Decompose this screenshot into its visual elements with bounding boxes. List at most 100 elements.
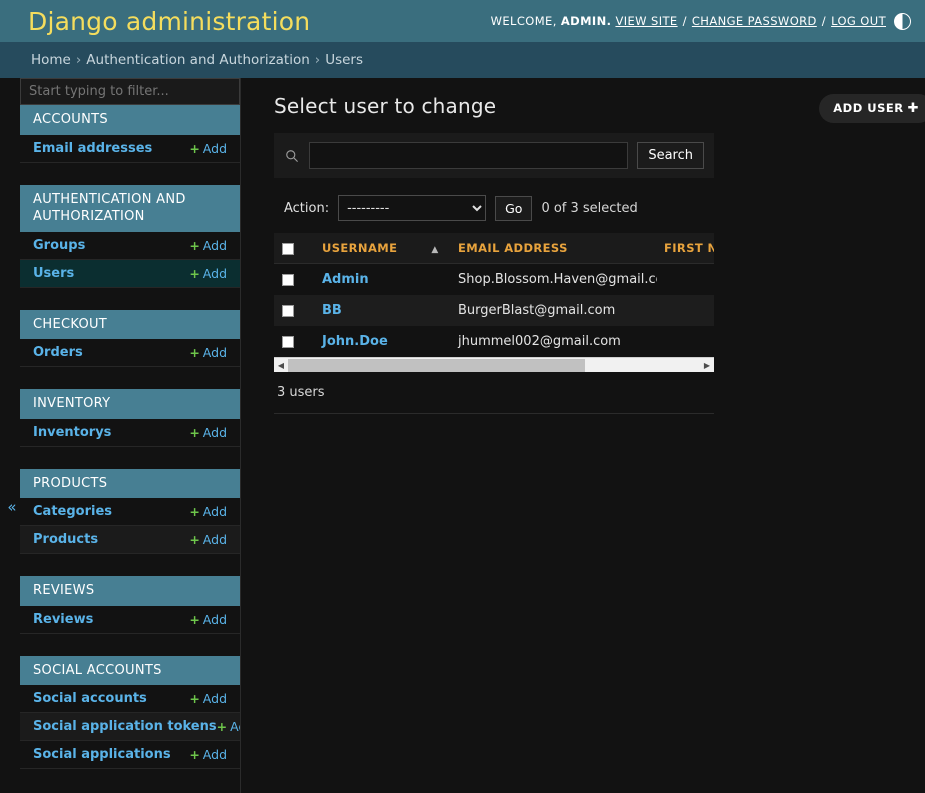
- horizontal-scrollbar[interactable]: ◀ ▶: [274, 357, 714, 372]
- sidebar-item-reviews[interactable]: Reviews + Add: [20, 605, 240, 634]
- results-table-viewport: USERNAME▲ EMAIL ADDRESS FIRST NAME LAST …: [274, 233, 714, 357]
- sidebar-add-link[interactable]: +Add: [216, 719, 240, 735]
- sidebar-item-groups[interactable]: Groups + Add: [20, 231, 240, 260]
- table-header-row: USERNAME▲ EMAIL ADDRESS FIRST NAME LAST …: [274, 233, 714, 264]
- username-link[interactable]: John.Doe: [322, 334, 388, 349]
- nav-app-gap: [20, 367, 240, 390]
- row-select-checkbox[interactable]: [282, 304, 294, 317]
- sidebar-item-label[interactable]: Inventorys: [33, 425, 111, 440]
- column-header-email[interactable]: EMAIL ADDRESS: [451, 233, 657, 264]
- sidebar-add-link[interactable]: +Add: [189, 238, 227, 253]
- sidebar-item-products[interactable]: Products + Add: [20, 526, 240, 555]
- header-separator-2: /: [821, 14, 827, 28]
- nav-app-caption[interactable]: ACCOUNTS: [20, 105, 240, 135]
- plus-icon: +: [189, 140, 200, 156]
- sidebar-item-label[interactable]: Products: [33, 532, 98, 547]
- nav-app-caption[interactable]: CHECKOUT: [20, 309, 240, 340]
- sidebar-item-email-addresses[interactable]: Email addresses + Add: [20, 134, 240, 163]
- search-input[interactable]: [309, 142, 629, 169]
- row-select-checkbox[interactable]: [282, 273, 294, 286]
- sidebar-add-link[interactable]: +Add: [189, 141, 227, 156]
- sidebar-item-label[interactable]: Email addresses: [33, 141, 152, 156]
- cell-first-name: [657, 264, 714, 296]
- sidebar-add-link[interactable]: +Add: [189, 266, 227, 281]
- add-user-button[interactable]: ADD USER ✚: [819, 94, 925, 123]
- nav-app-caption[interactable]: INVENTORY: [20, 389, 240, 419]
- sidebar-add-label: Add: [230, 719, 240, 735]
- view-site-link[interactable]: View site: [615, 14, 677, 28]
- welcome-text: Welcome,: [490, 14, 557, 28]
- sidebar-item-label[interactable]: Social application tokens: [33, 719, 217, 734]
- sidebar-add-label: Add: [202, 532, 227, 548]
- nav-app-caption[interactable]: SOCIAL ACCOUNTS: [20, 655, 240, 686]
- site-header: Django administration Welcome, ADMIN. Vi…: [0, 0, 925, 42]
- username-link[interactable]: BB: [322, 303, 342, 318]
- nav-app-gap: [20, 162, 240, 185]
- search-button[interactable]: Search: [637, 142, 704, 169]
- add-user-label: ADD USER: [833, 101, 904, 115]
- breadcrumb-item-users: Users: [325, 52, 364, 68]
- scroll-right-arrow-icon[interactable]: ▶: [700, 361, 714, 370]
- nav-app-caption[interactable]: AUTHENTICATION AND AUTHORIZATION: [20, 184, 240, 232]
- nav-filter-input[interactable]: [20, 78, 240, 105]
- sidebar-item-label[interactable]: Social applications: [33, 747, 171, 762]
- cell-email: Shop.Blossom.Haven@gmail.com: [458, 272, 657, 287]
- nav-app-block: INVENTORY Inventorys + Add: [20, 389, 240, 447]
- sidebar-add-label: Add: [202, 691, 227, 707]
- action-go-button[interactable]: Go: [495, 195, 533, 221]
- select-all-header: [274, 233, 315, 264]
- sidebar-item-label[interactable]: Categories: [33, 504, 112, 519]
- plus-icon: +: [216, 719, 228, 735]
- change-password-link[interactable]: Change password: [692, 14, 817, 28]
- sidebar-collapse-icon[interactable]: «: [4, 498, 20, 516]
- sidebar-item-social-accounts[interactable]: Social accounts + Add: [20, 685, 240, 714]
- sidebar-add-link[interactable]: +Add: [189, 504, 227, 519]
- sidebar-item-categories[interactable]: Categories + Add: [20, 498, 240, 527]
- plus-icon: +: [189, 504, 200, 520]
- sidebar-item-label[interactable]: Groups: [33, 238, 85, 253]
- results-table-body: Admin Shop.Blossom.Haven@gmail.com BB Burge…: [274, 263, 714, 357]
- sidebar-item-inventorys[interactable]: Inventorys + Add: [20, 418, 240, 447]
- sidebar-item-users[interactable]: Users + Add: [20, 259, 240, 288]
- sort-ascending-icon[interactable]: ▲: [397, 245, 438, 255]
- breadcrumb-item-home[interactable]: Home: [31, 52, 71, 68]
- breadcrumb-separator: ›: [75, 52, 82, 68]
- select-all-checkbox[interactable]: [282, 242, 294, 255]
- action-counter: 0 of 3 selected: [541, 200, 638, 216]
- scroll-left-arrow-icon[interactable]: ◀: [274, 361, 288, 370]
- action-select[interactable]: ---------Delete selected users: [338, 195, 487, 221]
- column-header-username[interactable]: USERNAME ▲: [315, 233, 451, 264]
- sidebar-item-label[interactable]: Reviews: [33, 612, 93, 627]
- sidebar-add-link[interactable]: +Add: [189, 532, 227, 547]
- sidebar-item-social-application-tokens[interactable]: Social application tokens+Add: [20, 713, 240, 742]
- column-header-first-name[interactable]: FIRST NAME: [657, 233, 714, 264]
- sidebar-item-social-applications[interactable]: Social applications + Add: [20, 741, 240, 770]
- sidebar-add-link[interactable]: +Add: [189, 612, 227, 627]
- nav-sidebar: ACCOUNTSEmail addresses+AddAUTHENTICATIO…: [20, 78, 241, 793]
- theme-toggle-icon[interactable]: [894, 12, 911, 30]
- nav-app-block: REVIEWS Reviews + Add: [20, 576, 240, 634]
- sidebar-add-link[interactable]: +Add: [189, 691, 227, 706]
- sidebar-item-label[interactable]: Social accounts: [33, 691, 147, 706]
- username-link[interactable]: Admin: [322, 272, 369, 287]
- nav-app-caption[interactable]: REVIEWS: [20, 576, 240, 606]
- sidebar-item-orders[interactable]: Orders + Add: [20, 339, 240, 368]
- plus-icon: +: [189, 532, 200, 548]
- scrollbar-thumb[interactable]: [288, 358, 585, 372]
- cell-username: John.Doe: [315, 326, 451, 357]
- log-out-link[interactable]: Log out: [831, 14, 886, 28]
- nav-app-caption[interactable]: PRODUCTS: [20, 468, 240, 499]
- sidebar-item-label[interactable]: Orders: [33, 345, 83, 360]
- sidebar-add-link[interactable]: +Add: [189, 425, 227, 440]
- nav-app-gap: [20, 554, 240, 577]
- site-title: Django administration: [28, 6, 311, 36]
- object-tools: ADD USER ✚: [819, 94, 925, 123]
- cell-email: jhummel002@gmail.com: [458, 334, 621, 349]
- sidebar-add-link[interactable]: +Add: [189, 345, 227, 360]
- row-select-checkbox[interactable]: [282, 335, 294, 348]
- sidebar-add-link[interactable]: +Add: [189, 747, 227, 762]
- scrollbar-track[interactable]: [288, 358, 700, 373]
- breadcrumb-item-auth[interactable]: Authentication and Authorization: [86, 52, 310, 68]
- actions-bar: Action: ---------Delete selected users G…: [274, 178, 714, 233]
- sidebar-item-label[interactable]: Users: [33, 266, 74, 281]
